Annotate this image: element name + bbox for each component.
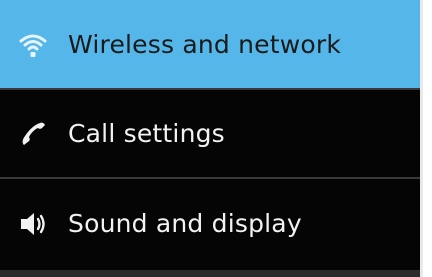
menu-item-call-settings[interactable]: Call settings — [0, 90, 420, 177]
menu-item-label: Wireless and network — [68, 29, 342, 59]
wifi-icon — [16, 27, 50, 61]
menu-item-label: Sound and display — [68, 209, 302, 238]
settings-screen: Wireless and network Call settings Sound… — [0, 0, 423, 277]
speaker-icon — [16, 207, 50, 241]
list-bottom-edge — [0, 270, 420, 277]
menu-item-wireless-and-network[interactable]: Wireless and network — [0, 0, 420, 88]
menu-item-sound-and-display[interactable]: Sound and display — [0, 179, 420, 268]
phone-icon — [16, 117, 50, 151]
menu-item-label: Call settings — [68, 119, 225, 148]
